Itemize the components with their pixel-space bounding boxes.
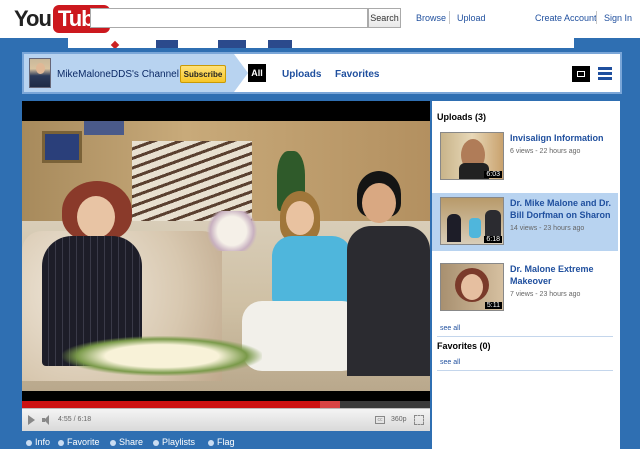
player-controls: 4:55 / 6:18 cc 360p: [22, 408, 430, 431]
video-action-bar: Info Favorite Share Playlists Flag: [22, 434, 430, 449]
volume-icon[interactable]: [42, 415, 50, 425]
browse-link[interactable]: Browse: [416, 13, 446, 23]
grid-view-bar: [598, 67, 612, 70]
volume-icon-cone: [44, 415, 49, 425]
favorite-action[interactable]: Favorite: [58, 437, 100, 447]
info-label: Info: [35, 437, 51, 447]
share-label: Share: [119, 437, 144, 447]
channel-name[interactable]: MikeMaloneDDS's Channel: [57, 69, 179, 80]
uploads-sidebar: Uploads (3) 6:03 Invisalign Information …: [432, 101, 620, 449]
channel-banner: [68, 38, 574, 48]
list-item[interactable]: 5:11 Dr. Malone Extreme Makeover 7 views…: [432, 259, 618, 317]
quality-button[interactable]: 360p: [391, 416, 407, 423]
heart-icon: [58, 439, 64, 446]
captions-icon[interactable]: cc: [375, 416, 385, 424]
scene-host-face: [77, 196, 115, 238]
video-meta: 7 views - 23 hours ago: [510, 291, 581, 298]
video-thumbnail[interactable]: 6:18: [440, 197, 504, 245]
header-separator: [596, 11, 597, 24]
channel-header: MikeMaloneDDS's Channel Subscribe All Up…: [22, 52, 622, 94]
info-action[interactable]: Info: [26, 437, 50, 447]
video-frame[interactable]: [22, 121, 430, 391]
scene-tv: [42, 131, 82, 163]
video-player[interactable]: 4:55 / 6:18 cc 360p: [22, 101, 430, 431]
search-button[interactable]: Search: [368, 8, 401, 28]
create-account-link[interactable]: Create Account: [535, 13, 597, 23]
header-separator: [449, 11, 450, 24]
grid-view-bar: [598, 77, 612, 80]
banner-shape: [110, 40, 120, 48]
play-icon[interactable]: [28, 415, 35, 425]
progress-bar[interactable]: [22, 401, 430, 408]
plus-icon: [153, 439, 159, 446]
info-icon: [26, 439, 32, 446]
video-title[interactable]: Dr. Malone Extreme Makeover: [510, 263, 614, 287]
share-action[interactable]: Share: [110, 437, 143, 447]
favorite-label: Favorite: [67, 437, 100, 447]
player-view-icon[interactable]: [572, 66, 590, 82]
upload-link[interactable]: Upload: [457, 13, 486, 23]
share-icon: [110, 439, 116, 446]
grid-view-icon[interactable]: [598, 67, 612, 80]
divider: [437, 336, 613, 337]
scene-guest-top: [272, 236, 352, 306]
logo-you-text: You: [14, 5, 52, 31]
banner-shape: [156, 40, 178, 48]
list-item[interactable]: 6:03 Invisalign Information 6 views - 22…: [432, 128, 618, 186]
avatar[interactable]: [29, 58, 51, 88]
channel-card-arrow: [234, 54, 248, 92]
time-display: 4:55 / 6:18: [58, 416, 92, 423]
tab-favorites[interactable]: Favorites: [335, 69, 379, 80]
player-view-icon-inner: [577, 71, 585, 77]
list-item[interactable]: 6:18 Dr. Mike Malone and Dr. Bill Dorfma…: [432, 193, 618, 251]
tab-uploads[interactable]: Uploads: [282, 69, 321, 80]
search-input[interactable]: [90, 8, 368, 28]
video-title[interactable]: Dr. Mike Malone and Dr. Bill Dorfman on …: [510, 197, 614, 221]
sign-in-link[interactable]: Sign In: [604, 13, 632, 23]
scene-guest-face: [286, 201, 314, 235]
flag-label: Flag: [217, 437, 235, 447]
video-title[interactable]: Invisalign Information: [510, 132, 614, 144]
thumbnail-person: [447, 214, 461, 242]
avatar-face: [36, 63, 45, 74]
video-meta: 14 views - 23 hours ago: [510, 225, 585, 232]
video-duration: 5:11: [484, 302, 502, 309]
video-thumbnail[interactable]: 5:11: [440, 263, 504, 311]
uploads-see-all-link[interactable]: see all: [440, 325, 460, 332]
favorites-heading[interactable]: Favorites (0): [437, 341, 491, 351]
channel-card: MikeMaloneDDS's Channel Subscribe: [24, 54, 234, 92]
tab-all[interactable]: All: [248, 64, 266, 82]
thumbnail-face: [461, 274, 483, 300]
banner-shape: [218, 40, 246, 48]
uploads-heading[interactable]: Uploads (3): [437, 112, 486, 122]
banner-shape: [268, 40, 292, 48]
video-duration: 6:18: [484, 236, 502, 243]
flag-action[interactable]: Flag: [208, 437, 235, 447]
scene-flowers: [202, 211, 262, 251]
scene-frame: [84, 121, 124, 135]
playlists-label: Playlists: [162, 437, 196, 447]
top-bar: You Tube Search Browse Upload Create Acc…: [0, 0, 640, 38]
favorites-see-all-link[interactable]: see all: [440, 359, 460, 366]
grid-view-bar: [598, 72, 612, 75]
divider: [437, 370, 613, 371]
scene-doctor-body: [347, 226, 430, 376]
scene-doctor-face: [362, 183, 396, 223]
playlists-action[interactable]: Playlists: [153, 437, 195, 447]
scene-table-flowers: [62, 336, 262, 376]
progress-buffered: [320, 401, 340, 408]
video-thumbnail[interactable]: 6:03: [440, 132, 504, 180]
fullscreen-icon[interactable]: [414, 415, 424, 425]
flag-icon: [208, 439, 214, 446]
subscribe-button[interactable]: Subscribe: [180, 65, 226, 83]
video-duration: 6:03: [484, 171, 502, 178]
progress-played: [22, 401, 320, 408]
video-meta: 6 views - 22 hours ago: [510, 148, 581, 155]
thumbnail-person: [469, 218, 481, 238]
